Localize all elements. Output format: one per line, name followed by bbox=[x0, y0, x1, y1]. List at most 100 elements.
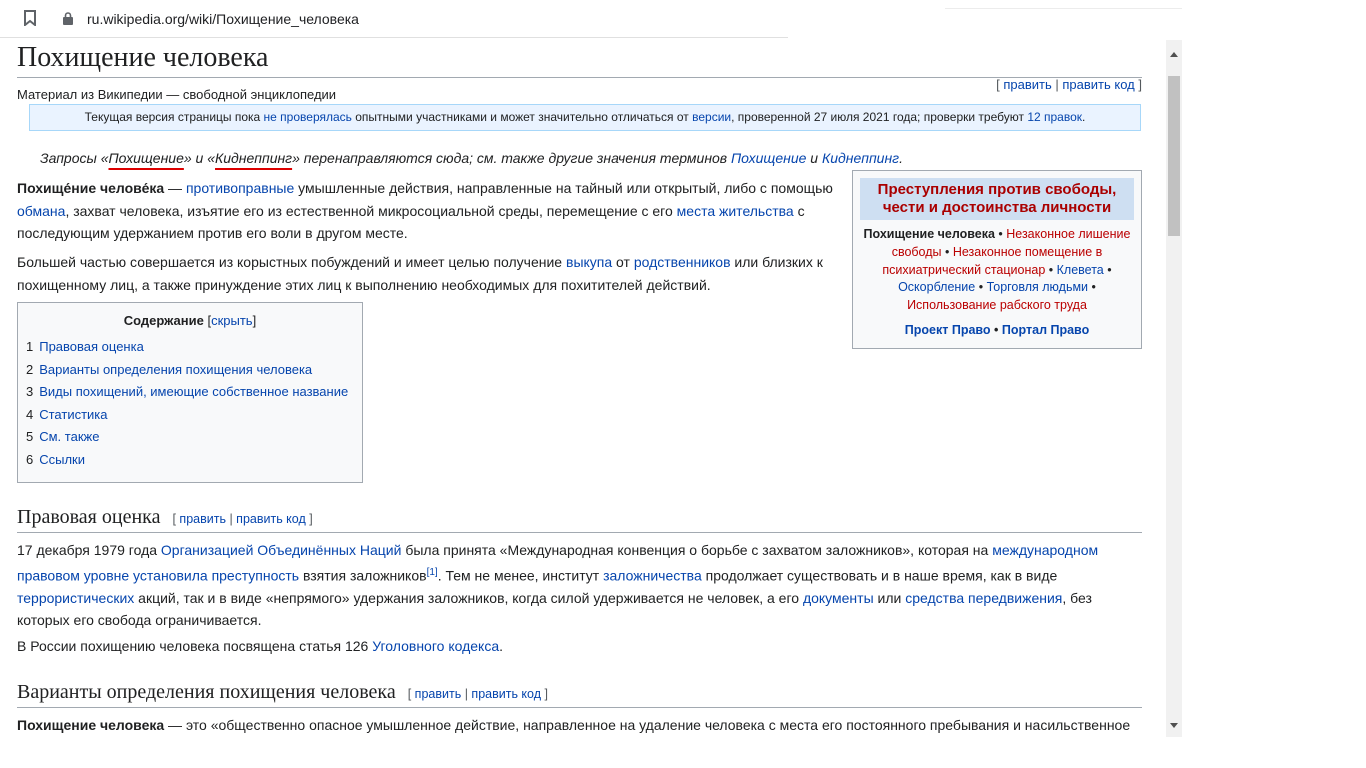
text: 17 декабря 1979 года bbox=[17, 542, 161, 558]
address-bar[interactable]: ru.wikipedia.org/wiki/Похищение_человека bbox=[0, 0, 945, 40]
reference-link[interactable]: [1] bbox=[427, 567, 438, 578]
pending-edits-link[interactable]: 12 правок bbox=[1027, 110, 1082, 124]
edit-code-link[interactable]: править код bbox=[1062, 77, 1134, 92]
toc-link[interactable]: Ссылки bbox=[39, 452, 85, 467]
navbox-body: Похищение человека • Незаконное лишение … bbox=[853, 220, 1141, 315]
divider bbox=[0, 37, 788, 38]
text: или bbox=[873, 589, 906, 606]
toc-number: 4 bbox=[26, 406, 34, 422]
bookmark-icon[interactable] bbox=[24, 10, 36, 31]
separator: • bbox=[994, 227, 1007, 241]
edit-link[interactable]: править bbox=[1003, 77, 1051, 92]
article-link[interactable]: родственников bbox=[634, 254, 731, 270]
article-link[interactable]: противоправные bbox=[186, 180, 294, 196]
navbox-link[interactable]: Оскорбление bbox=[898, 280, 975, 294]
toc-hide-link[interactable]: скрыть bbox=[211, 313, 253, 328]
toc-item[interactable]: 1 Правовая оценка bbox=[26, 336, 362, 359]
hatnote: Запросы «Похищение» и «Киднеппинг» перен… bbox=[40, 150, 903, 166]
notice-text: , проверенной 27 июля 2021 года; проверк… bbox=[731, 110, 1028, 124]
toc-link[interactable]: Правовая оценка bbox=[39, 339, 144, 354]
term-bold: Похище́ние челове́ка bbox=[17, 180, 165, 196]
scroll-down-arrow-icon[interactable] bbox=[1170, 715, 1178, 733]
scrollbar[interactable] bbox=[1166, 40, 1182, 737]
toc-item[interactable]: 5 См. также bbox=[26, 426, 362, 449]
toc-item[interactable]: 6 Ссылки bbox=[26, 449, 362, 472]
article-link[interactable]: заложничества bbox=[603, 567, 702, 583]
redirect-term: Киднеппинг bbox=[215, 150, 293, 166]
section-edit-links: [ править | править код ] bbox=[172, 512, 313, 526]
section-heading: Правовая оценка [ править | править код ] bbox=[17, 506, 1142, 533]
text: Большей частью совершается из корыстных … bbox=[17, 254, 566, 270]
separator: • bbox=[975, 280, 987, 295]
navbox-link[interactable]: Клевета bbox=[1057, 263, 1104, 277]
section-paragraph: В России похищению человека посвящена ст… bbox=[17, 635, 1127, 658]
toc-item[interactable]: 4 Статистика bbox=[26, 404, 362, 427]
toc-list: 1 Правовая оценка 2 Варианты определения п… bbox=[18, 336, 362, 472]
text: , захват человека, изъятие его из естест… bbox=[65, 202, 677, 219]
article-link[interactable]: Организацией Объединённых Наций bbox=[161, 542, 402, 558]
lock-icon[interactable] bbox=[63, 12, 73, 30]
text: взятия заложников bbox=[299, 567, 427, 584]
hatnote-text: » и « bbox=[183, 150, 216, 166]
article-link[interactable]: средства передвижения bbox=[905, 590, 1062, 606]
navbox-link[interactable]: Использование рабского труда bbox=[907, 298, 1087, 312]
text: была принята «Международная конвенция о … bbox=[401, 542, 993, 558]
notice-text: опытными участниками и может значительно… bbox=[351, 110, 693, 124]
navbox-current: Похищение человека bbox=[863, 227, 995, 241]
disambig-link[interactable]: Похищение bbox=[731, 150, 806, 166]
text: — bbox=[164, 180, 186, 196]
article-link[interactable]: обмана bbox=[17, 203, 65, 219]
toc-link[interactable]: Виды похищений, имеющие собственное назв… bbox=[39, 384, 348, 399]
title-edit-links: [ править | править код ] bbox=[996, 77, 1142, 92]
hatnote-text: . bbox=[899, 150, 903, 166]
toc-number: 6 bbox=[26, 451, 34, 467]
separator: • bbox=[941, 244, 953, 259]
project-link[interactable]: Проект Право bbox=[905, 323, 991, 337]
separator: • bbox=[1088, 280, 1096, 295]
version-link[interactable]: версии bbox=[692, 110, 731, 124]
text: — это «общественно опасное умышленное де… bbox=[164, 717, 1131, 733]
toc-item[interactable]: 2 Варианты определения похищения человека bbox=[26, 359, 362, 382]
edit-code-link[interactable]: править код bbox=[236, 512, 306, 526]
toc-heading: Содержание bbox=[123, 313, 204, 328]
article-link[interactable]: документы bbox=[803, 590, 874, 606]
toc-item[interactable]: 3 Виды похищений, имеющие собственное наз… bbox=[26, 381, 362, 404]
table-of-contents: Содержание [скрыть] 1 Правовая оценка 2 Ва… bbox=[17, 302, 363, 483]
navbox-link[interactable]: Торговля людьми bbox=[987, 280, 1088, 294]
not-checked-link[interactable]: не проверялась bbox=[264, 110, 352, 124]
text: от bbox=[612, 254, 634, 270]
toc-number: 1 bbox=[26, 339, 34, 354]
article-link[interactable]: выкупа bbox=[566, 254, 612, 270]
article-link[interactable]: места жительства bbox=[677, 203, 794, 219]
edit-link[interactable]: править bbox=[179, 512, 226, 526]
navbox-title: Преступления против свободы, чести и дос… bbox=[860, 178, 1134, 220]
edit-link[interactable]: править bbox=[415, 687, 462, 701]
article-link[interactable]: террористических bbox=[17, 590, 134, 606]
edit-code-link[interactable]: править код bbox=[471, 687, 541, 701]
notice-text: . bbox=[1082, 110, 1086, 124]
text: умышленные действия, направленные на тай… bbox=[294, 180, 833, 196]
hatnote-text: Запросы « bbox=[40, 150, 109, 166]
toc-link[interactable]: Статистика bbox=[39, 407, 107, 422]
toc-link[interactable]: Варианты определения похищения человека bbox=[39, 362, 312, 377]
text: продолжает существовать и в наше время, … bbox=[701, 567, 1058, 584]
disambig-link[interactable]: Киднеппинг bbox=[822, 150, 899, 166]
section-heading: Варианты определения похищения человека [… bbox=[17, 681, 1142, 708]
toc-number: 3 bbox=[26, 384, 34, 400]
scroll-up-arrow-icon[interactable] bbox=[1170, 44, 1178, 62]
toc-link[interactable]: См. также bbox=[39, 429, 99, 444]
scrollbar-thumb[interactable] bbox=[1168, 76, 1180, 236]
toolbar-strip bbox=[945, 0, 1182, 9]
toc-number: 2 bbox=[26, 361, 34, 377]
term-bold: Похищение человека bbox=[17, 717, 165, 733]
article-link[interactable]: Уголовного кодекса bbox=[372, 638, 499, 654]
text: акций, так и в виде «непрямого» удержани… bbox=[134, 589, 803, 606]
text: В России похищению человека посвящена ст… bbox=[17, 638, 373, 654]
url-text[interactable]: ru.wikipedia.org/wiki/Похищение_человека bbox=[87, 11, 359, 27]
page-title: Похищение человека bbox=[17, 42, 1142, 78]
navbox-footer: Проект Право • Портал Право bbox=[853, 323, 1141, 337]
intro-paragraph: Похище́ние челове́ка — противоправные ум… bbox=[17, 177, 847, 245]
tagline: Материал из Википедии — свободной энцикл… bbox=[17, 87, 337, 102]
portal-link[interactable]: Портал Право bbox=[1002, 323, 1089, 337]
toc-number: 5 bbox=[26, 429, 34, 445]
